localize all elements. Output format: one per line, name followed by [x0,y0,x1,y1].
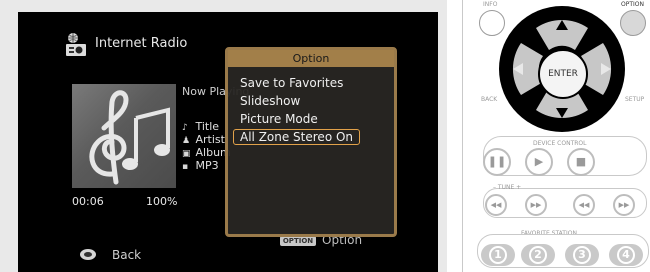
elapsed-time: 00:06 [72,195,104,208]
device-control-label: DEVICE CONTROL [533,140,587,147]
fast-forward-button[interactable]: ▶▶ [613,194,635,216]
music-notes-icon [89,90,170,185]
back-label: Back [112,248,142,262]
favorite-1-button[interactable]: 1 [481,244,515,266]
album-art-placeholder [72,84,176,188]
favorite-4-button[interactable]: 4 [609,244,643,266]
pause-button[interactable]: ❚❚ [483,148,511,176]
favorite-2-button[interactable]: 2 [521,244,555,266]
tune-label: – TUNE + [493,184,522,191]
enter-button[interactable]: ENTER [538,49,588,99]
album-icon: ▣ [182,149,191,159]
meta-format: ▪ MP3 [182,159,219,172]
back-label-remote: BACK [481,96,498,103]
option-menu: Option Save to Favorites Slideshow Pictu… [225,47,397,237]
info-label: INFO [483,1,498,8]
option-save-to-favorites[interactable]: Save to Favorites [236,75,347,91]
back-button-icon [80,249,96,260]
option-button-icon: OPTION [280,236,316,246]
meta-artist-text: Artist [195,133,225,146]
favorite-3-button[interactable]: 3 [565,244,599,266]
tv-screen: Internet Radio Now Playing ♪ Title ♟ Art… [18,12,438,272]
meta-title-text: Title [195,120,220,133]
option-slideshow[interactable]: Slideshow [236,93,304,109]
setup-label: SETUP [625,96,645,103]
option-picture-mode[interactable]: Picture Mode [236,111,322,127]
tv-frame: Internet Radio Now Playing ♪ Title ♟ Art… [0,0,447,272]
meta-title: ♪ Title [182,120,219,133]
meta-artist: ♟ Artist [182,133,225,146]
buffer-percent: 100% [146,195,178,208]
skip-back-button[interactable]: ◀◀ [485,194,507,216]
meta-album: ▣ Album [182,146,231,159]
note-icon: ♪ [182,123,188,133]
option-menu-title: Option [228,50,394,67]
rewind-button[interactable]: ◀◀ [573,194,595,216]
format-icon: ▪ [182,162,189,172]
artist-icon: ♟ [182,136,191,146]
option-all-zone-stereo[interactable]: All Zone Stereo On [233,129,361,145]
internet-radio-icon [66,33,86,56]
skip-forward-button[interactable]: ▶▶ [525,194,547,216]
meta-format-text: MP3 [195,159,219,172]
stop-button[interactable]: ■ [567,148,595,176]
source-title: Internet Radio [95,36,188,51]
remote-control: INFO OPTION BACK SETUP ENTER DEVICE CONT… [462,0,650,272]
play-button[interactable]: ▶ [525,148,553,176]
